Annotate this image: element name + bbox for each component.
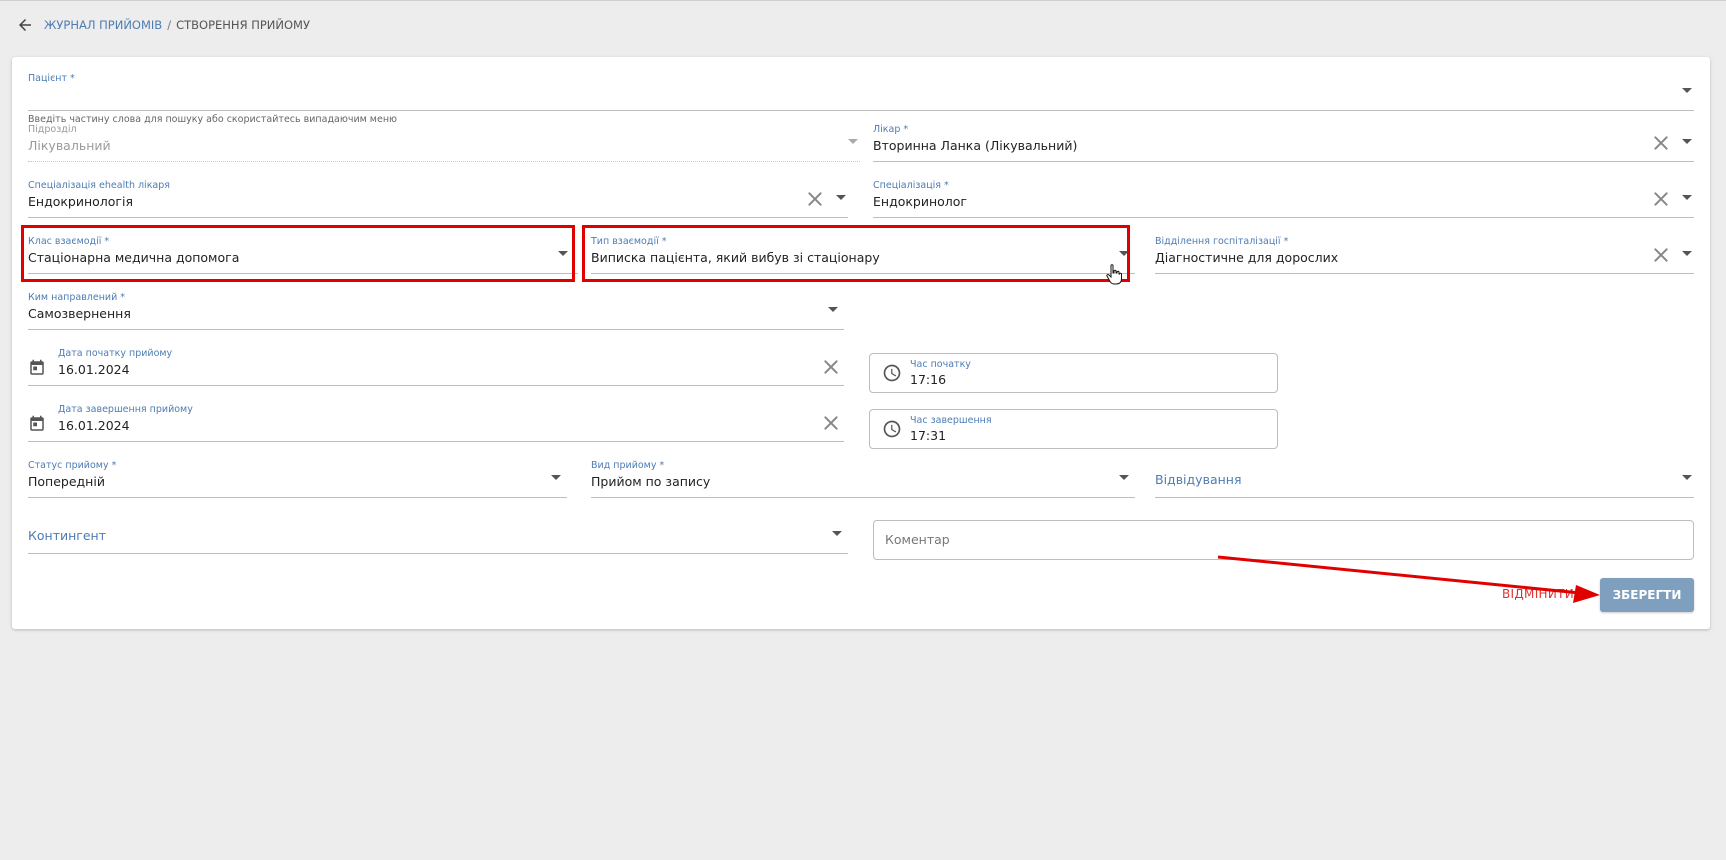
clock-icon[interactable] (882, 363, 902, 383)
save-button[interactable]: Зберегти (1600, 578, 1694, 612)
end-date-field[interactable]: Дата завершення прийому 16.01.2024 (28, 404, 844, 442)
end-date-value: 16.01.2024 (58, 418, 130, 433)
interaction-type-label: Тип взаємодії * (591, 236, 667, 247)
contingent-label: Контингент (28, 528, 106, 543)
specialization-value: Ендокринолог (873, 194, 967, 209)
division-select: Підрозділ Лікувальний (28, 124, 860, 162)
ehealth-specialization-label: Спеціалізація ehealth лікаря (28, 180, 170, 191)
specialization-label: Спеціалізація * (873, 180, 949, 191)
attendance-label: Відвідування (1155, 472, 1242, 487)
chevron-down-icon[interactable] (1119, 251, 1129, 256)
visit-kind-label: Вид прийому * (591, 460, 665, 471)
division-label: Підрозділ (28, 124, 77, 135)
contingent-select[interactable]: Контингент (28, 516, 848, 554)
doctor-value: Вторинна Ланка (Лікувальний) (873, 138, 1078, 153)
clear-icon[interactable] (1652, 134, 1670, 152)
chevron-down-icon[interactable] (832, 531, 842, 536)
end-time-label: Час завершення (910, 415, 992, 426)
chevron-down-icon[interactable] (828, 307, 838, 312)
cancel-button[interactable]: Відмінити (1502, 587, 1574, 601)
specialization-select[interactable]: Спеціалізація * Ендокринолог (873, 180, 1694, 218)
comment-placeholder: Коментар (885, 532, 950, 547)
clear-icon[interactable] (822, 358, 840, 376)
comment-field[interactable]: Коментар (873, 520, 1694, 560)
referred-by-label: Ким направлений * (28, 292, 126, 303)
breadcrumb-separator: / (167, 18, 172, 32)
chevron-down-icon[interactable] (836, 195, 846, 200)
clear-icon[interactable] (1652, 246, 1670, 264)
status-label: Статус прийому * (28, 460, 117, 471)
start-date-value: 16.01.2024 (58, 362, 130, 377)
chevron-down-icon[interactable] (558, 251, 568, 256)
hospital-department-value: Діагностичне для дорослих (1155, 250, 1339, 265)
doctor-label: Лікар * (873, 124, 909, 135)
calendar-icon[interactable] (28, 415, 46, 433)
chevron-down-icon[interactable] (1682, 251, 1692, 256)
top-border (0, 0, 1726, 1)
interaction-type-select[interactable]: Тип взаємодії * Виписка пацієнта, який в… (591, 236, 1135, 274)
end-date-label: Дата завершення прийому (58, 404, 193, 415)
ehealth-specialization-select[interactable]: Спеціалізація ehealth лікаря Ендокриноло… (28, 180, 848, 218)
chevron-down-icon[interactable] (1119, 475, 1129, 480)
interaction-class-value: Стаціонарна медична допомога (28, 250, 240, 265)
end-time-field[interactable]: Час завершення 17:31 (869, 409, 1278, 449)
hospital-department-select[interactable]: Відділення госпіталізації * Діагностичне… (1155, 236, 1694, 274)
calendar-icon[interactable] (28, 359, 46, 377)
visit-kind-value: Прийом по запису (591, 474, 711, 489)
start-time-label: Час початку (910, 359, 971, 370)
chevron-down-icon (848, 139, 858, 144)
chevron-down-icon[interactable] (551, 475, 561, 480)
clock-icon[interactable] (882, 419, 902, 439)
ehealth-specialization-value: Ендокринологія (28, 194, 133, 209)
chevron-down-icon[interactable] (1682, 139, 1692, 144)
arrow-left-icon (19, 19, 31, 31)
doctor-select[interactable]: Лікар * Вторинна Ланка (Лікувальний) (873, 124, 1694, 162)
start-date-label: Дата початку прийому (58, 348, 173, 359)
start-date-field[interactable]: Дата початку прийому 16.01.2024 (28, 348, 844, 386)
division-value: Лікувальний (28, 138, 111, 153)
back-button[interactable] (12, 12, 38, 38)
referred-by-value: Самозвернення (28, 306, 131, 321)
interaction-class-select[interactable]: Клас взаємодії * Стаціонарна медична доп… (28, 236, 578, 274)
clear-icon[interactable] (1652, 190, 1670, 208)
start-time-value: 17:16 (910, 372, 947, 387)
breadcrumb-link-appointments-journal[interactable]: Журнал прийомів (44, 18, 162, 32)
visit-kind-select[interactable]: Вид прийому * Прийом по запису (591, 460, 1135, 498)
interaction-class-label: Клас взаємодії * (28, 236, 110, 247)
referred-by-select[interactable]: Ким направлений * Самозвернення (28, 292, 844, 330)
chevron-down-icon[interactable] (1682, 475, 1692, 480)
patient-select[interactable]: Пацієнт * (28, 73, 1694, 111)
chevron-down-icon[interactable] (1682, 195, 1692, 200)
end-time-value: 17:31 (910, 428, 947, 443)
breadcrumb: Журнал прийомів / Створення прийому (44, 18, 310, 32)
status-value: Попередній (28, 474, 105, 489)
start-time-field[interactable]: Час початку 17:16 (869, 353, 1278, 393)
attendance-select[interactable]: Відвідування (1155, 460, 1694, 498)
chevron-down-icon[interactable] (1682, 88, 1692, 93)
breadcrumb-current: Створення прийому (176, 18, 310, 32)
status-select[interactable]: Статус прийому * Попередній (28, 460, 567, 498)
interaction-type-value: Виписка пацієнта, який вибув зі стаціона… (591, 250, 880, 265)
patient-label: Пацієнт * (28, 73, 75, 84)
appointment-form-card: Пацієнт * Введіть частину слова для пошу… (12, 57, 1710, 629)
clear-icon[interactable] (806, 190, 824, 208)
hospital-department-label: Відділення госпіталізації * (1155, 236, 1289, 247)
page-header: Журнал прийомів / Створення прийому (12, 12, 310, 38)
clear-icon[interactable] (822, 414, 840, 432)
